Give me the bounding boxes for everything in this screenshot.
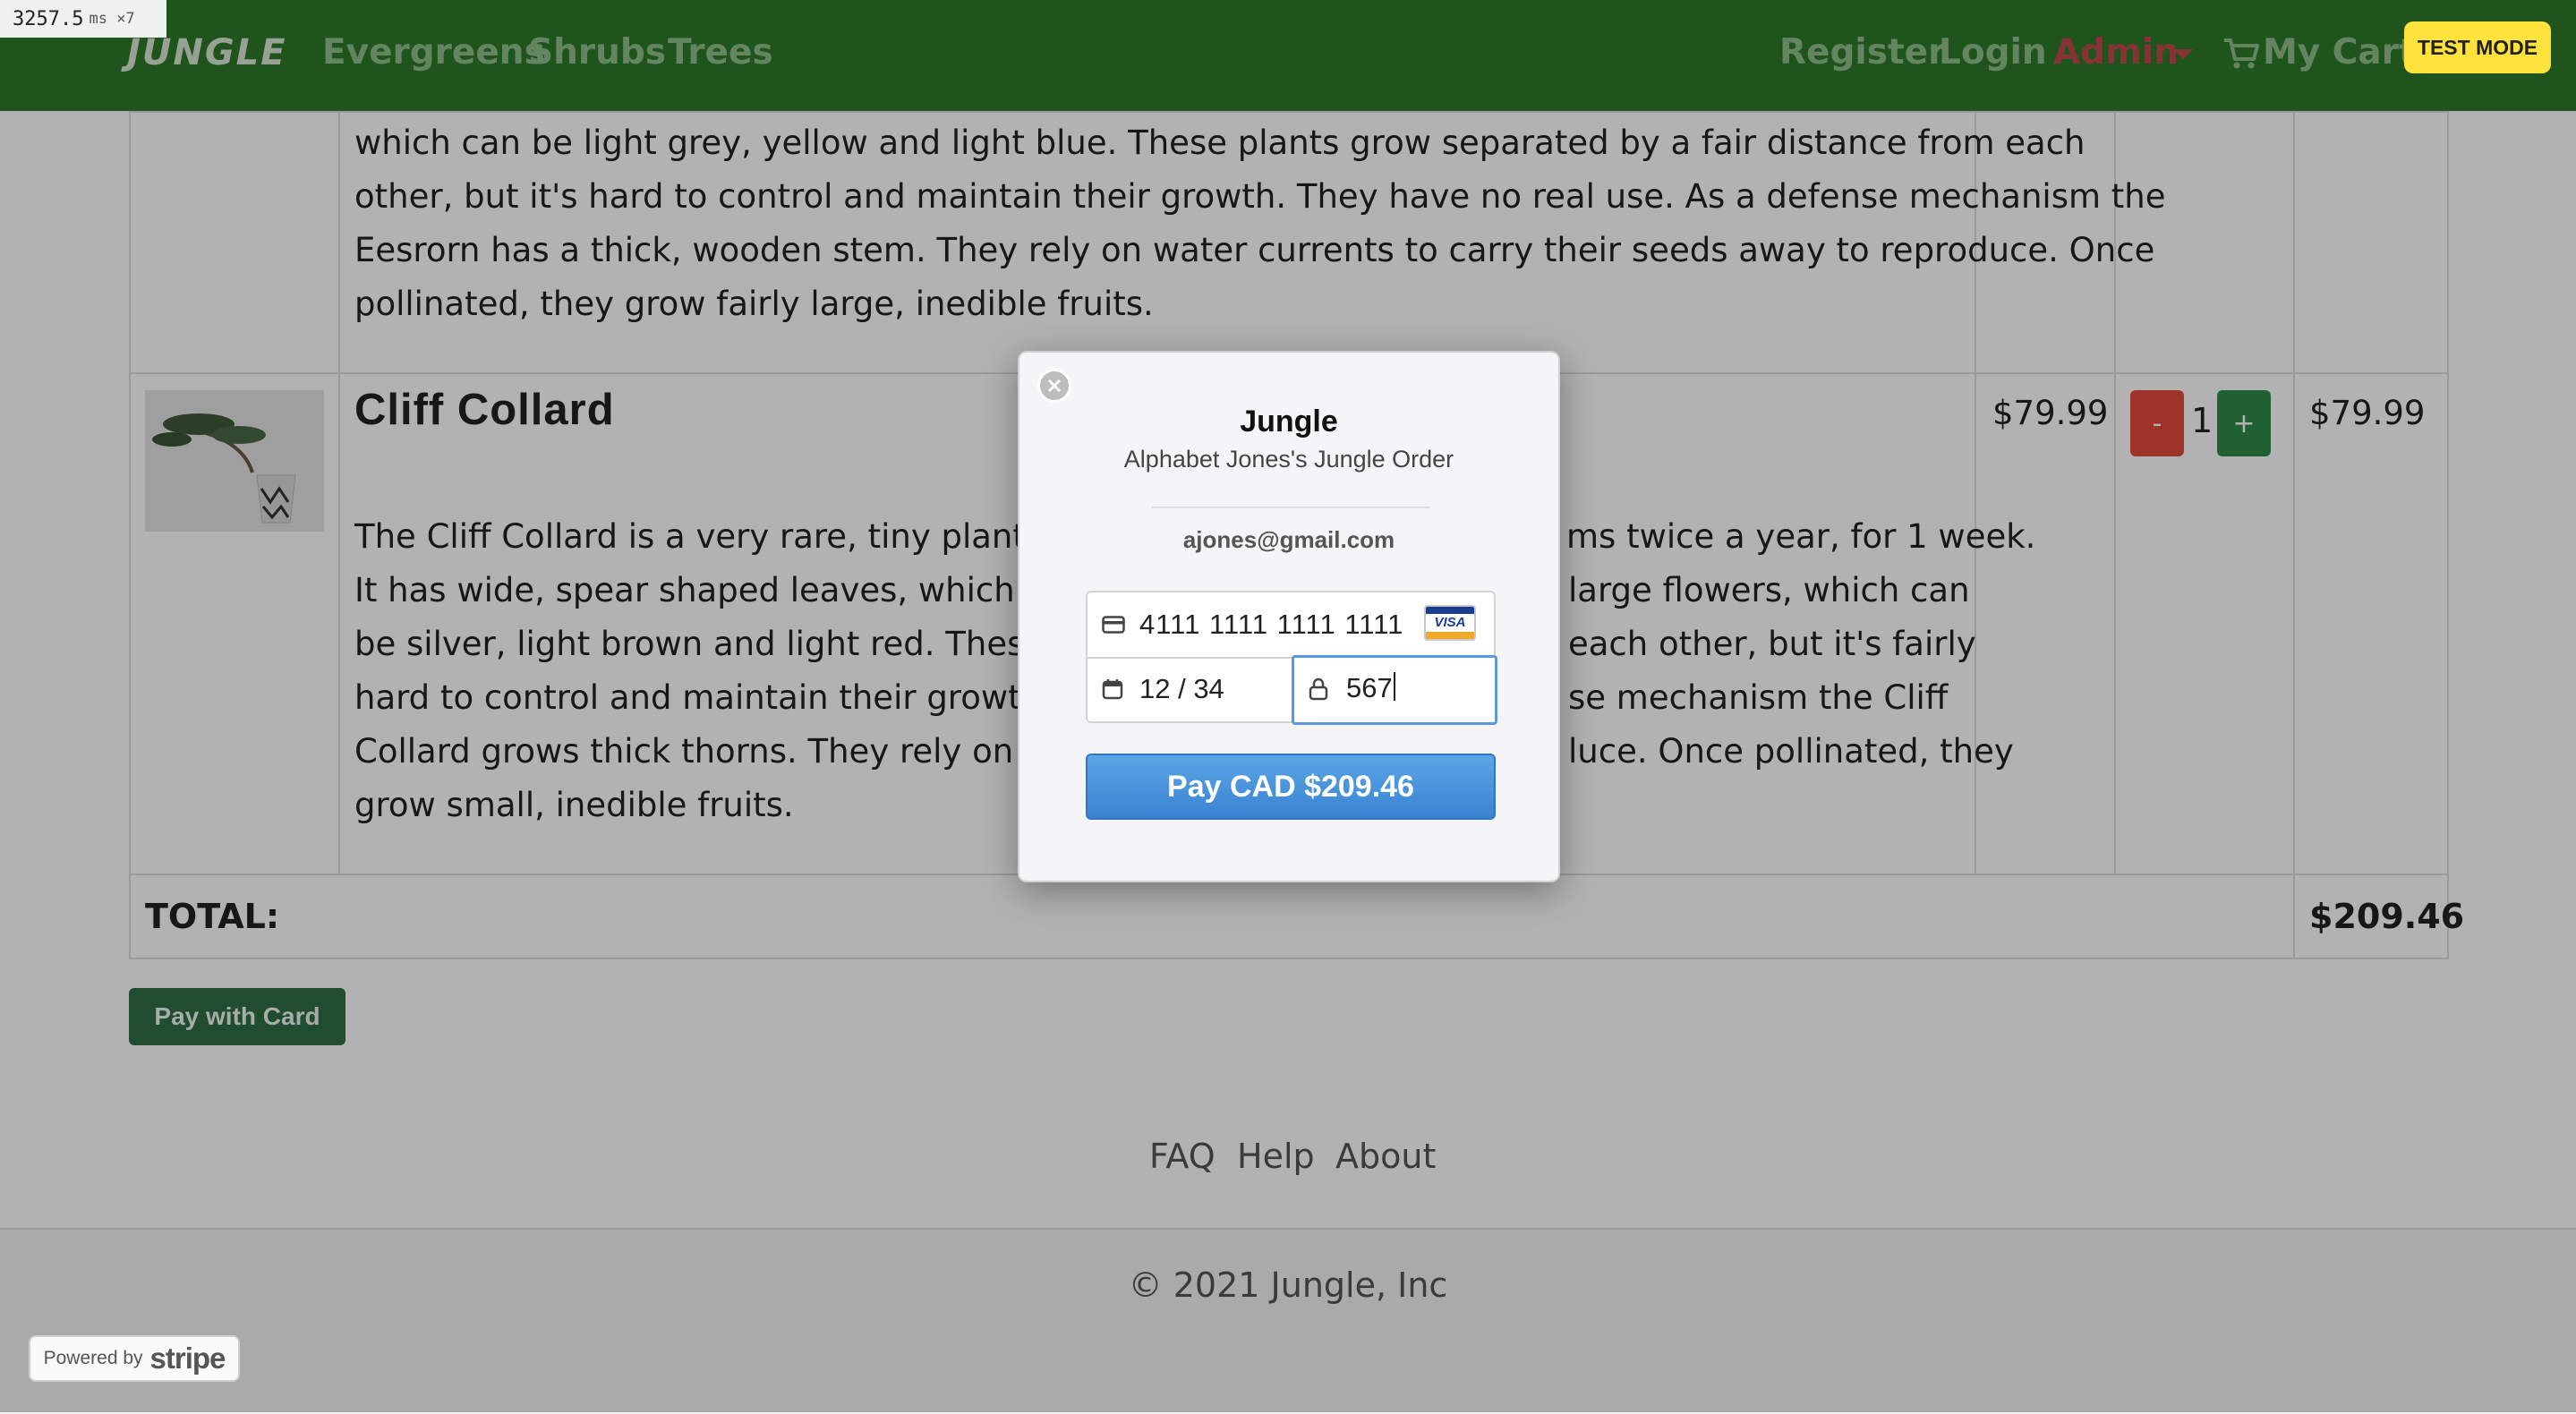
perf-unit: ms ×7 [89, 10, 135, 28]
modal-title: Jungle [1240, 405, 1338, 439]
test-mode-badge: TEST MODE [2404, 21, 2551, 73]
card-brand: VISA [1434, 615, 1466, 630]
calendar-icon [1102, 679, 1123, 700]
text-cursor [1393, 672, 1395, 701]
pay-button[interactable]: Pay CAD $209.46 [1086, 754, 1496, 820]
card-number-value: 4111 1111 1111 1111 [1139, 609, 1404, 640]
stripe-logo: stripe [149, 1342, 226, 1375]
modal-subtitle: Alphabet Jones's Jungle Order [1123, 446, 1454, 473]
perf-time: 3257.5 [13, 7, 84, 30]
cvc-value: 567 [1346, 672, 1395, 704]
powered-by-label: Powered by [43, 1348, 143, 1368]
customer-email[interactable]: ajones@gmail.com [1019, 526, 1558, 554]
expiry-field[interactable]: 12 / 34 [1088, 657, 1293, 721]
lock-icon [1309, 677, 1328, 701]
expiry-value: 12 / 34 [1139, 673, 1224, 704]
card-details-form: 4111 1111 1111 1111 VISA 12 / 34 567 [1086, 591, 1497, 725]
modal-divider [1152, 507, 1429, 508]
checkout-modal: Jungle Alphabet Jones's Jungle Order ajo… [1018, 351, 1560, 882]
powered-by-stripe-badge[interactable]: Powered by stripe [29, 1335, 240, 1382]
cvc-field[interactable]: 567 [1292, 655, 1497, 725]
perf-timing-overlay: 3257.5 ms ×7 [0, 0, 166, 38]
credit-card-icon [1102, 616, 1125, 634]
card-number-field[interactable]: 4111 1111 1111 1111 VISA [1088, 592, 1494, 659]
visa-card-icon: VISA [1424, 605, 1476, 641]
close-icon[interactable] [1037, 369, 1071, 403]
